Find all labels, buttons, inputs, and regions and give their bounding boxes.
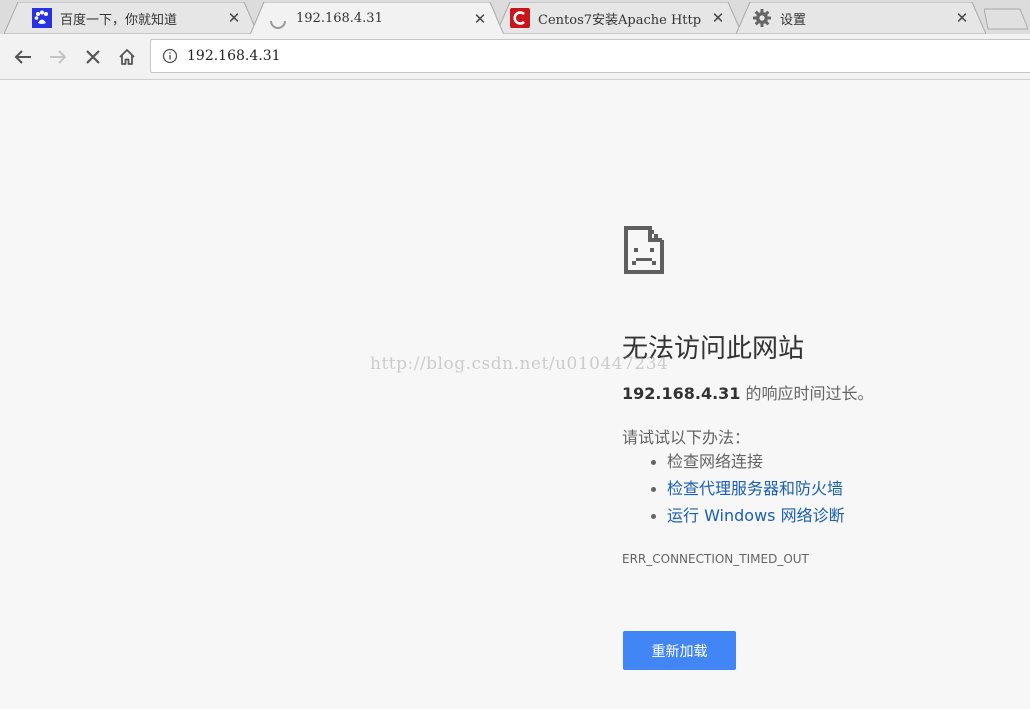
loading-spinner-icon [268,9,288,29]
tab-title: Centos7安装Apache Http [538,12,702,28]
tab-baidu[interactable]: 百度一下，你就知道 ✕ [4,2,258,34]
reload-button[interactable]: 重新加载 [623,631,736,670]
error-code: ERR_CONNECTION_TIMED_OUT [622,552,809,566]
tab-strip: 百度一下，你就知道 ✕ Centos7安装Apache Http ✕ 设置 ✕ … [0,0,1030,35]
close-icon[interactable]: ✕ [710,9,726,27]
sad-document-icon [624,226,664,274]
suggestion-check-network: 检查网络连接 [667,452,764,471]
tab-settings[interactable]: 设置 ✕ [736,2,986,34]
csdn-logo-icon [510,8,530,28]
tab-title: 百度一下，你就知道 [60,12,178,28]
stop-button[interactable] [78,42,108,72]
error-summary: 192.168.4.31 的响应时间过长。 [622,380,874,404]
list-item: 运行 Windows 网络诊断 [651,502,845,529]
forward-button[interactable] [43,42,73,72]
suggestion-run-diagnostics-link[interactable]: 运行 Windows 网络诊断 [667,506,845,525]
close-icon[interactable]: ✕ [472,10,488,28]
close-icon[interactable]: ✕ [226,9,242,27]
home-icon [119,49,135,65]
arrow-right-icon [50,50,67,64]
tab-csdn-apache[interactable]: Centos7安装Apache Http ✕ [496,2,742,34]
error-page: 无法访问此网站 http://blog.csdn.net/u010447234 … [0,80,1030,709]
arrow-left-icon [14,50,31,64]
gear-icon [752,8,772,28]
host-name: 192.168.4.31 [622,384,741,403]
info-icon[interactable] [161,47,179,65]
stop-x-icon [86,50,100,64]
suggestions-title: 请试试以下办法： [622,428,751,447]
url-input[interactable] [187,48,887,64]
new-tab-button[interactable] [984,8,1028,30]
summary-text: 的响应时间过长。 [740,384,874,403]
browser-toolbar [0,34,1030,80]
baidu-paw-icon [32,8,52,28]
list-item: 检查代理服务器和防火墙 [651,475,845,502]
back-button[interactable] [8,42,38,72]
watermark-text: http://blog.csdn.net/u010447234 [370,354,669,374]
list-item: 检查网络连接 [651,448,845,475]
suggestion-check-proxy-link[interactable]: 检查代理服务器和防火墙 [667,479,843,498]
suggestions-list: 检查网络连接 检查代理服务器和防火墙 运行 Windows 网络诊断 [622,448,845,529]
address-bar[interactable] [150,39,1030,73]
tab-title: 设置 [780,12,807,28]
tab-title: 192.168.4.31 [296,11,383,26]
close-icon[interactable]: ✕ [954,9,970,27]
home-button[interactable] [112,42,142,72]
tab-active-192-168-4-31[interactable]: 192.168.4.31 ✕ [250,2,504,35]
